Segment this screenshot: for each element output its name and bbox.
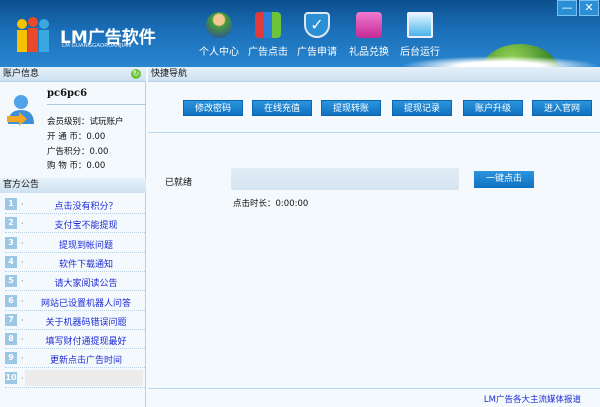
notice-number: 3 xyxy=(5,236,17,249)
field-value: 0.00 xyxy=(86,132,106,142)
bullet: · xyxy=(21,200,24,209)
divider xyxy=(47,104,146,105)
click-duration: 点击时长：0:00:00 xyxy=(233,197,308,209)
duration-label: 点击时长： xyxy=(233,199,276,209)
notice-number: 2 xyxy=(5,217,17,230)
left-panel: pc6pc6 会员级别：试玩账户 开 通 币：0.00 广告积分：0.00 购 … xyxy=(0,82,146,407)
status-text: 已就绪 xyxy=(165,178,193,188)
monitor-icon xyxy=(407,12,433,38)
bullet: · xyxy=(21,335,24,345)
bullet: · xyxy=(21,257,24,267)
bullet: · xyxy=(21,219,24,229)
nav-label: 后台运行 xyxy=(400,47,440,58)
field-value: 试玩账户 xyxy=(89,117,124,127)
notice-item[interactable]: 4 · 软件下载通知 xyxy=(5,253,145,272)
shopping-bag-icon xyxy=(356,12,382,38)
nav-personal-center[interactable]: 个人中心 xyxy=(195,12,243,58)
notice-link[interactable]: 填写财付通提现最好 xyxy=(27,334,145,347)
account-info-header: 账户信息 ↻ xyxy=(0,67,146,82)
notice-item[interactable]: 8 · 填写财付通提现最好 xyxy=(5,330,145,350)
bullet: · xyxy=(21,354,24,364)
field-value: 0.00 xyxy=(86,161,106,171)
nav-label: 个人中心 xyxy=(199,47,239,58)
divider xyxy=(148,132,600,133)
bullet: · xyxy=(21,238,24,248)
nav-label: 广告点击 xyxy=(248,47,288,58)
bullet: · xyxy=(21,373,24,383)
user-avatar-icon xyxy=(7,95,34,126)
field-label: 广告积分： xyxy=(47,147,90,157)
notice-link[interactable]: 请大家阅读公告 xyxy=(27,276,145,289)
quick-nav-button[interactable]: 账户升级 xyxy=(463,100,523,116)
notice-item[interactable]: 6 · 网站已设置机器人问答 xyxy=(5,292,145,311)
notice-link[interactable]: 网站已设置机器人问答 xyxy=(27,296,145,309)
field-label: 开 通 币： xyxy=(47,132,87,142)
minimize-button[interactable]: — xyxy=(557,0,577,16)
nav-label: 广告申请 xyxy=(297,47,337,58)
notice-link[interactable]: 支付宝不能提现 xyxy=(27,218,145,231)
quick-nav-header: 快捷导航 xyxy=(148,67,600,82)
quick-nav-button[interactable]: 进入官网 xyxy=(532,100,592,116)
progress-bar xyxy=(231,168,459,190)
quick-nav-button[interactable]: 修改密码 xyxy=(183,100,243,116)
users-icon xyxy=(206,12,232,38)
member-level: 会员级别：试玩账户 xyxy=(47,115,124,127)
one-click-button[interactable]: 一键点击 xyxy=(474,171,534,188)
logo-icon xyxy=(17,17,49,52)
bullet: · xyxy=(21,315,24,325)
username: pc6pc6 xyxy=(47,88,88,99)
bullet: · xyxy=(21,296,24,306)
divider xyxy=(148,388,600,389)
field-value: 0.00 xyxy=(89,147,109,157)
quick-nav-title: 快捷导航 xyxy=(151,69,188,79)
quick-nav-button[interactable]: 提现转账 xyxy=(321,100,381,116)
notice-item[interactable]: 5 · 请大家阅读公告 xyxy=(5,272,145,292)
notice-number: 5 xyxy=(5,275,17,288)
notice-number: 1 xyxy=(5,198,17,210)
quick-nav-button[interactable]: 在线充值 xyxy=(252,100,312,116)
notice-number: 7 xyxy=(5,313,17,326)
notice-number: 8 xyxy=(5,333,17,346)
notice-number: 10 xyxy=(5,371,17,384)
nav-ad-click[interactable]: 广告点击 xyxy=(244,12,292,58)
notice-item[interactable]: 3 · 提现到帐问题 xyxy=(5,234,145,253)
header-banner: LM广告软件 LM GUANGGAORUANJIAN 个人中心 广告点击 ✓ 广告… xyxy=(0,0,600,67)
notice-link[interactable]: 提现到帐问题 xyxy=(27,238,145,251)
field-label: 会员级别： xyxy=(47,117,90,127)
ad-points: 广告积分：0.00 xyxy=(47,145,108,157)
notice-link[interactable]: 软件下载通知 xyxy=(27,257,145,270)
refresh-icon[interactable]: ↻ xyxy=(131,69,141,79)
notice-link[interactable]: 更新点击广告时间 xyxy=(27,353,145,366)
bar-chart-icon xyxy=(255,12,281,38)
open-coins: 开 通 币：0.00 xyxy=(47,130,105,142)
notice-empty xyxy=(25,369,143,386)
app-subtitle: LM GUANGGAORUANJIAN xyxy=(62,43,132,49)
notice-link[interactable]: 关于机器码错误问题 xyxy=(27,315,145,328)
notices-title: 官方公告 xyxy=(3,180,40,190)
bullet: · xyxy=(21,277,24,287)
account-info-title: 账户信息 xyxy=(3,69,40,79)
duration-value: 0:00:00 xyxy=(275,199,309,209)
notice-item[interactable]: 7 · 关于机器码错误问题 xyxy=(5,311,145,330)
nav-background-run[interactable]: 后台运行 xyxy=(396,12,444,58)
quick-nav-button[interactable]: 提现记录 xyxy=(392,100,452,116)
notice-item[interactable]: 1 · 点击没有积分？ xyxy=(5,195,145,214)
notices-header: 官方公告 xyxy=(0,178,146,193)
notice-number: 4 xyxy=(5,255,17,268)
notice-item[interactable]: 10 · xyxy=(5,369,145,388)
notice-number: 6 xyxy=(5,294,17,307)
field-label: 购 物 币： xyxy=(47,161,87,171)
notice-link[interactable]: 点击没有积分？ xyxy=(27,199,145,212)
nav-gift-exchange[interactable]: 礼品兑换 xyxy=(345,12,393,58)
notice-number: 9 xyxy=(5,352,17,365)
notice-item[interactable]: 2 · 支付宝不能提现 xyxy=(5,214,145,234)
shield-check-icon: ✓ xyxy=(304,12,330,38)
media-reports-link[interactable]: LM广告各大主流媒体报道 xyxy=(484,393,581,405)
notice-item[interactable]: 9 · 更新点击广告时间 xyxy=(5,349,145,369)
close-button[interactable]: ✕ xyxy=(579,0,599,16)
nav-ad-apply[interactable]: ✓ 广告申请 xyxy=(293,12,341,58)
shopping-coins: 购 物 币：0.00 xyxy=(47,159,105,171)
nav-label: 礼品兑换 xyxy=(349,47,389,58)
